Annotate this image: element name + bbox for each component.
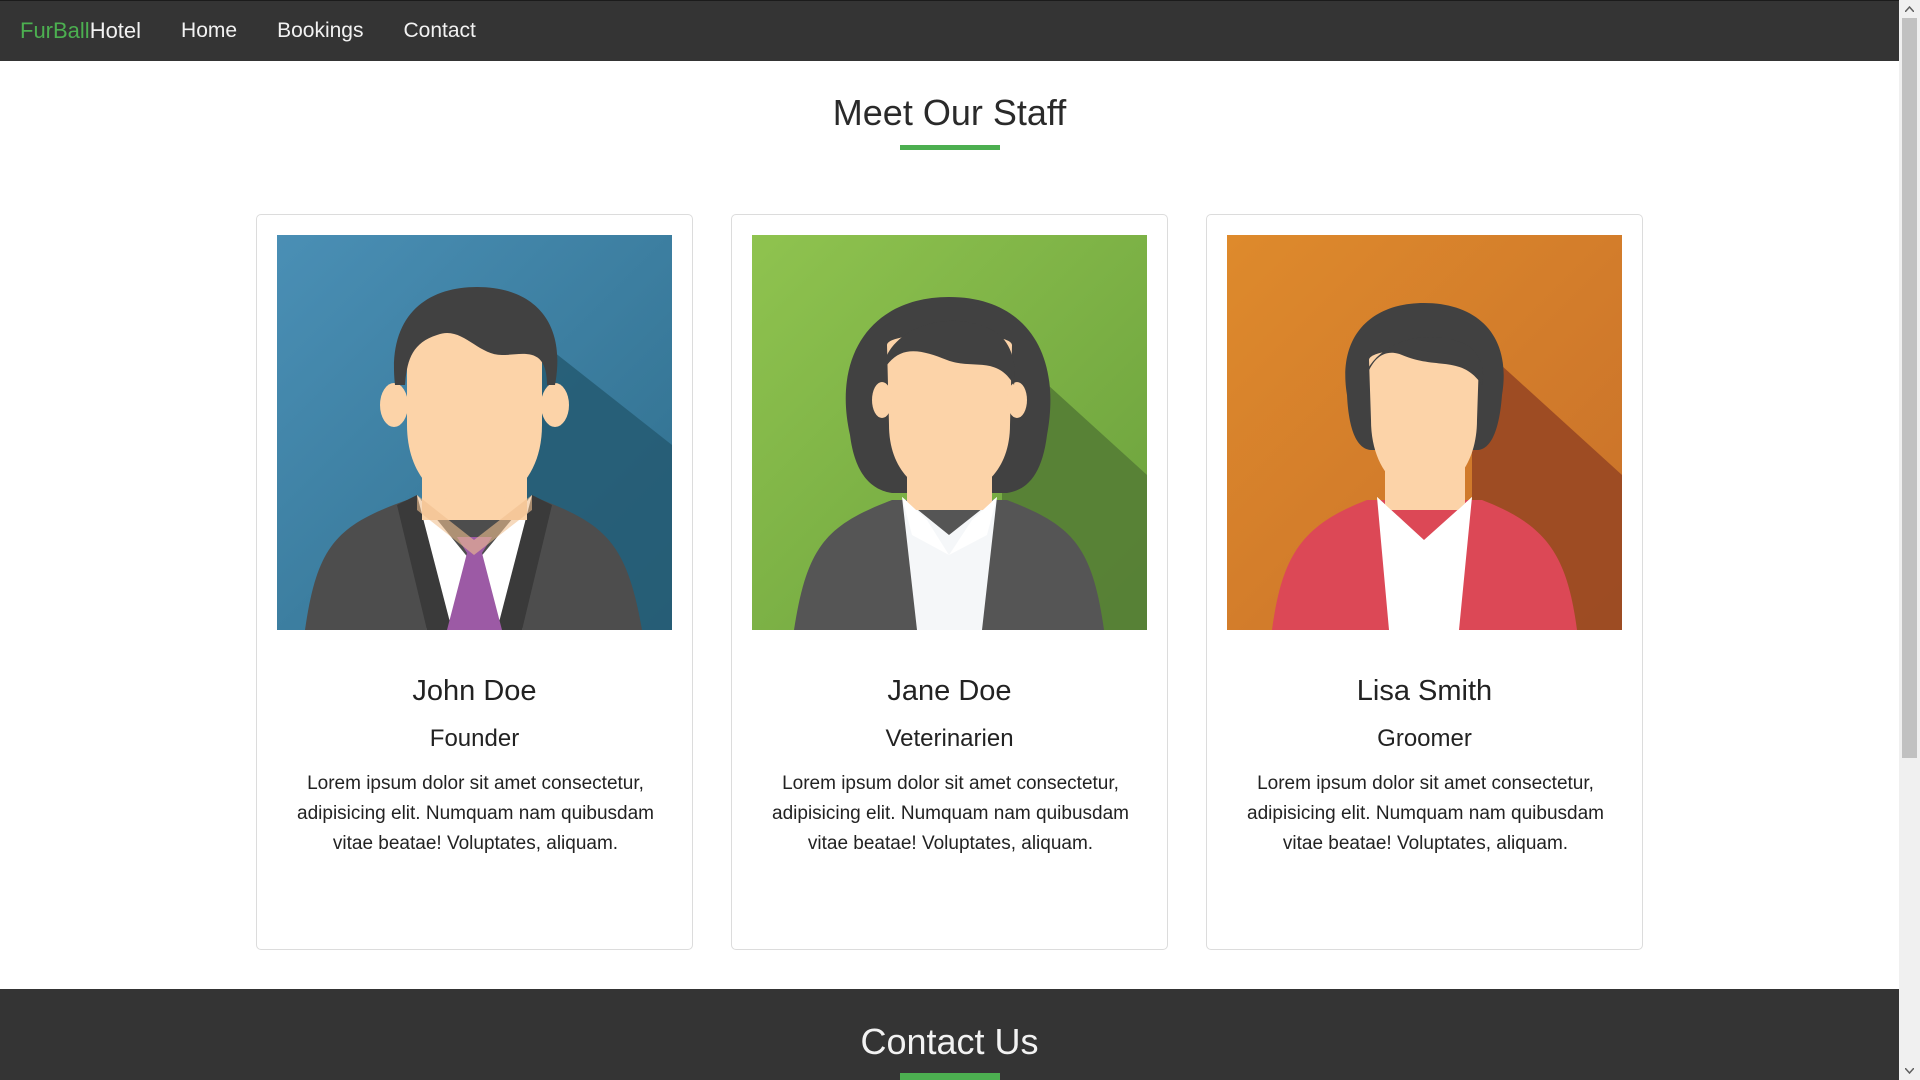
section-title-contact: Contact Us [860,1021,1039,1062]
staff-role: Groomer [1377,725,1472,752]
staff-description: Lorem ipsum dolor sit amet consectetur, … [1247,773,1604,854]
businesswoman-avatar-icon [752,235,1147,630]
nav-link-home[interactable]: Home [181,19,237,43]
scroll-down-arrow-icon[interactable] [1899,1062,1920,1080]
staff-description: Lorem ipsum dolor sit amet consectetur, … [297,773,654,854]
brand-primary-text: FurBall [20,18,90,43]
staff-description: Lorem ipsum dolor sit amet consectetur, … [772,773,1129,854]
section-title-staff: Meet Our Staff [832,92,1067,133]
staff-card: John Doe Founder Lorem ipsum dolor sit a… [256,214,693,950]
staff-name: Jane Doe [887,675,1012,707]
page: FurBallHotel Home Bookings Contact Meet … [0,0,1899,1080]
nav-link-bookings[interactable]: Bookings [277,19,363,43]
staff-name: John Doe [412,675,537,707]
staff-card: Jane Doe Veterinarien Lorem ipsum dolor … [731,214,1168,950]
staff-card: Lisa Smith Groomer Lorem ipsum dolor sit… [1206,214,1643,950]
nav-link-contact[interactable]: Contact [403,19,475,43]
title-underline [900,145,1000,150]
brand-logo[interactable]: FurBallHotel [20,18,141,44]
title-underline [900,1073,1000,1080]
scroll-up-arrow-icon[interactable] [1899,0,1920,18]
brand-secondary-text: Hotel [89,18,142,43]
vertical-scrollbar[interactable] [1899,0,1920,1080]
contact-section: Contact Us [0,989,1899,1080]
staff-role: Veterinarien [885,725,1014,752]
scrollbar-thumb[interactable] [1902,18,1917,758]
staff-role: Founder [429,725,520,752]
top-navbar: FurBallHotel Home Bookings Contact [0,0,1899,61]
staff-name: Lisa Smith [1356,675,1493,707]
woman-avatar-icon [1227,235,1622,630]
businessman-avatar-icon [277,235,672,630]
